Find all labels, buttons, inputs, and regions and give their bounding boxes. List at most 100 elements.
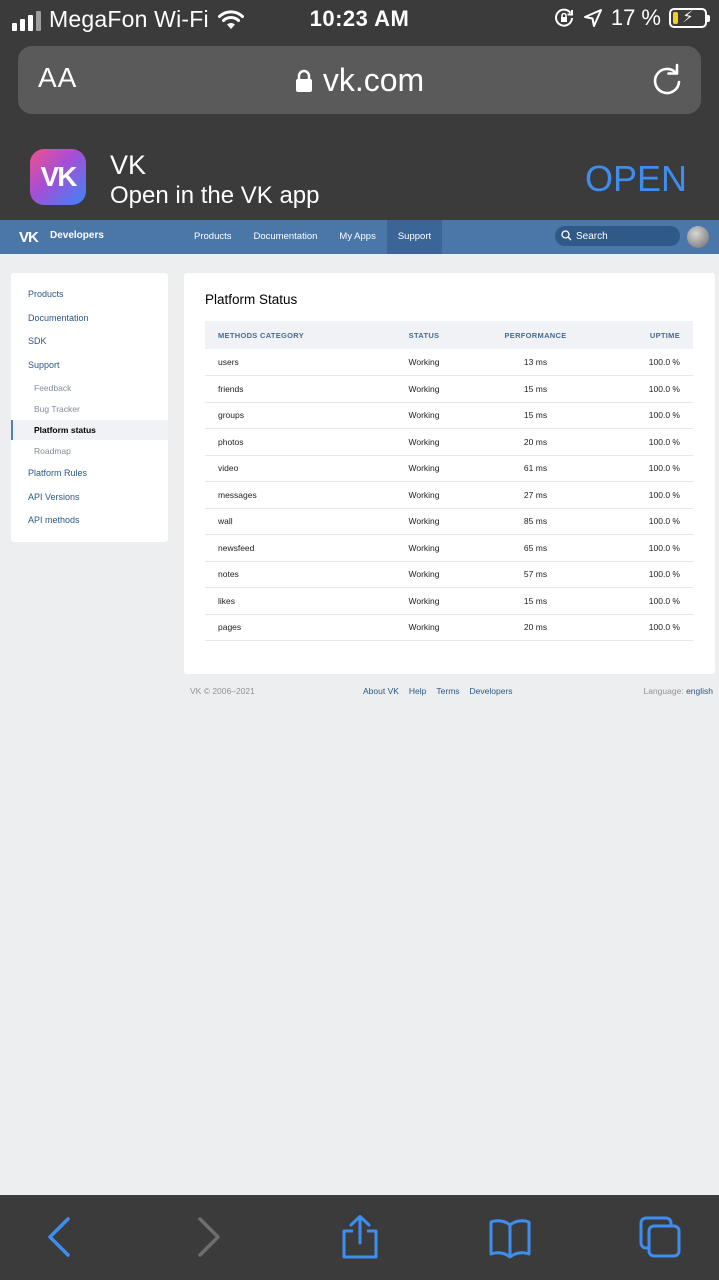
row-uptime: 100.0 % [588,349,693,376]
sidebar-item-documentation[interactable]: Documentation [11,308,168,328]
footer-link-help[interactable]: Help [409,686,426,696]
row-category: likes [205,587,365,615]
row-performance: 27 ms [483,481,588,509]
sidebar-item-bug-tracker[interactable]: Bug Tracker [11,399,168,419]
nav-documentation[interactable]: Documentation [243,220,329,254]
footer-link-about[interactable]: About VK [363,686,399,696]
status-right: 17 % ⚡ [553,5,710,31]
sidebar-item-api-methods[interactable]: API methods [11,510,168,530]
sidebar-item-sdk[interactable]: SDK [11,331,168,351]
table-row: pages Working 20 ms 100.0 % [205,614,693,641]
row-performance: 20 ms [483,614,588,641]
row-status: Working [365,534,483,562]
row-performance: 65 ms [483,534,588,562]
row-uptime: 100.0 % [588,455,693,482]
table-row: photos Working 20 ms 100.0 % [205,428,693,456]
row-category: newsfeed [205,534,365,562]
row-performance: 20 ms [483,428,588,456]
sidebar: Products Documentation SDK Support Feedb… [11,273,168,542]
row-status: Working [365,428,483,456]
column-header-performance: Performance [483,321,588,349]
table-row: groups Working 15 ms 100.0 % [205,402,693,429]
open-app-button[interactable]: OPEN [585,158,687,200]
row-status: Working [365,402,483,429]
banner-subtitle: Open in the VK app [110,182,320,209]
table-row: video Working 61 ms 100.0 % [205,455,693,482]
row-performance: 15 ms [483,402,588,429]
sidebar-item-products[interactable]: Products [11,284,168,304]
nav-support[interactable]: Support [386,220,443,254]
sidebar-item-platform-rules[interactable]: Platform Rules [11,463,168,483]
back-icon[interactable] [38,1215,82,1259]
row-uptime: 100.0 % [588,428,693,456]
url-text: vk.com [322,62,425,98]
sidebar-item-api-versions[interactable]: API Versions [11,487,168,507]
smart-app-banner: VK VK Open in the VK app OPEN [0,130,719,220]
search-icon [561,230,572,241]
row-category: friends [205,375,365,403]
nav-products[interactable]: Products [183,220,243,254]
row-performance: 61 ms [483,455,588,482]
url-display[interactable]: vk.com [18,62,701,99]
row-status: Working [365,508,483,535]
status-table: Methods category Status Performance Upti… [205,321,693,641]
battery-icon: ⚡ [669,8,710,28]
table-row: newsfeed Working 65 ms 100.0 % [205,534,693,562]
orientation-lock-icon [554,8,573,27]
row-status: Working [365,481,483,509]
sidebar-item-support[interactable]: Support [11,355,168,375]
search-input[interactable]: Search [555,226,680,246]
browser-chrome: MegaFon Wi-Fi 10:23 AM 17 % ⚡ AA vk.com … [0,0,719,220]
table-row: friends Working 15 ms 100.0 % [205,375,693,403]
row-uptime: 100.0 % [588,508,693,535]
vk-logo-icon[interactable]: VK [19,229,39,246]
table-row: notes Working 57 ms 100.0 % [205,561,693,588]
language-value[interactable]: english [686,686,713,696]
table-row: messages Working 27 ms 100.0 % [205,481,693,509]
tabs-icon[interactable] [638,1215,682,1259]
language-label: Language: [643,686,684,696]
sidebar-item-roadmap[interactable]: Roadmap [11,441,168,461]
row-performance: 57 ms [483,561,588,588]
bookmarks-icon[interactable] [488,1215,532,1259]
table-row: users Working 13 ms 100.0 % [205,349,693,376]
row-uptime: 100.0 % [588,561,693,588]
row-performance: 15 ms [483,587,588,615]
footer-links: About VK Help Terms Developers [363,686,513,696]
browser-toolbar [0,1195,719,1280]
footer-link-terms[interactable]: Terms [436,686,459,696]
row-uptime: 100.0 % [588,534,693,562]
row-performance: 85 ms [483,508,588,535]
row-category: messages [205,481,365,509]
column-header-category: Methods category [205,321,365,349]
site-brand[interactable]: Developers [50,230,104,241]
page-title: Platform Status [205,292,298,307]
column-header-status: Status [365,321,483,349]
main-nav: Products Documentation My Apps Support [183,220,443,254]
row-status: Working [365,349,483,376]
row-uptime: 100.0 % [588,375,693,403]
lock-icon [295,69,312,92]
banner-title: VK [110,150,147,180]
reload-icon[interactable] [651,63,683,97]
battery-percent: 17 % [610,5,661,30]
row-category: wall [205,508,365,535]
search-placeholder: Search [576,231,608,242]
sidebar-item-feedback[interactable]: Feedback [11,378,168,398]
row-category: users [205,349,365,376]
site-header: VK Developers Products Documentation My … [0,220,719,254]
nav-my-apps[interactable]: My Apps [328,220,386,254]
charging-bolt-icon: ⚡ [682,9,694,26]
address-bar[interactable]: AA vk.com [18,46,701,114]
sidebar-item-platform-status[interactable]: Platform status [11,420,168,440]
status-table-body: users Working 13 ms 100.0 % friends Working 15… [205,349,693,641]
avatar[interactable] [687,226,709,248]
row-category: photos [205,428,365,456]
site-footer: VK © 2006–2021 About VK Help Terms Devel… [0,686,719,700]
table-row: wall Working 85 ms 100.0 % [205,508,693,535]
vk-app-icon: VK [30,149,86,205]
platform-status-card: Platform Status Methods category Status … [184,273,715,674]
footer-link-developers[interactable]: Developers [470,686,513,696]
share-icon[interactable] [338,1215,382,1259]
forward-icon[interactable] [186,1215,230,1259]
